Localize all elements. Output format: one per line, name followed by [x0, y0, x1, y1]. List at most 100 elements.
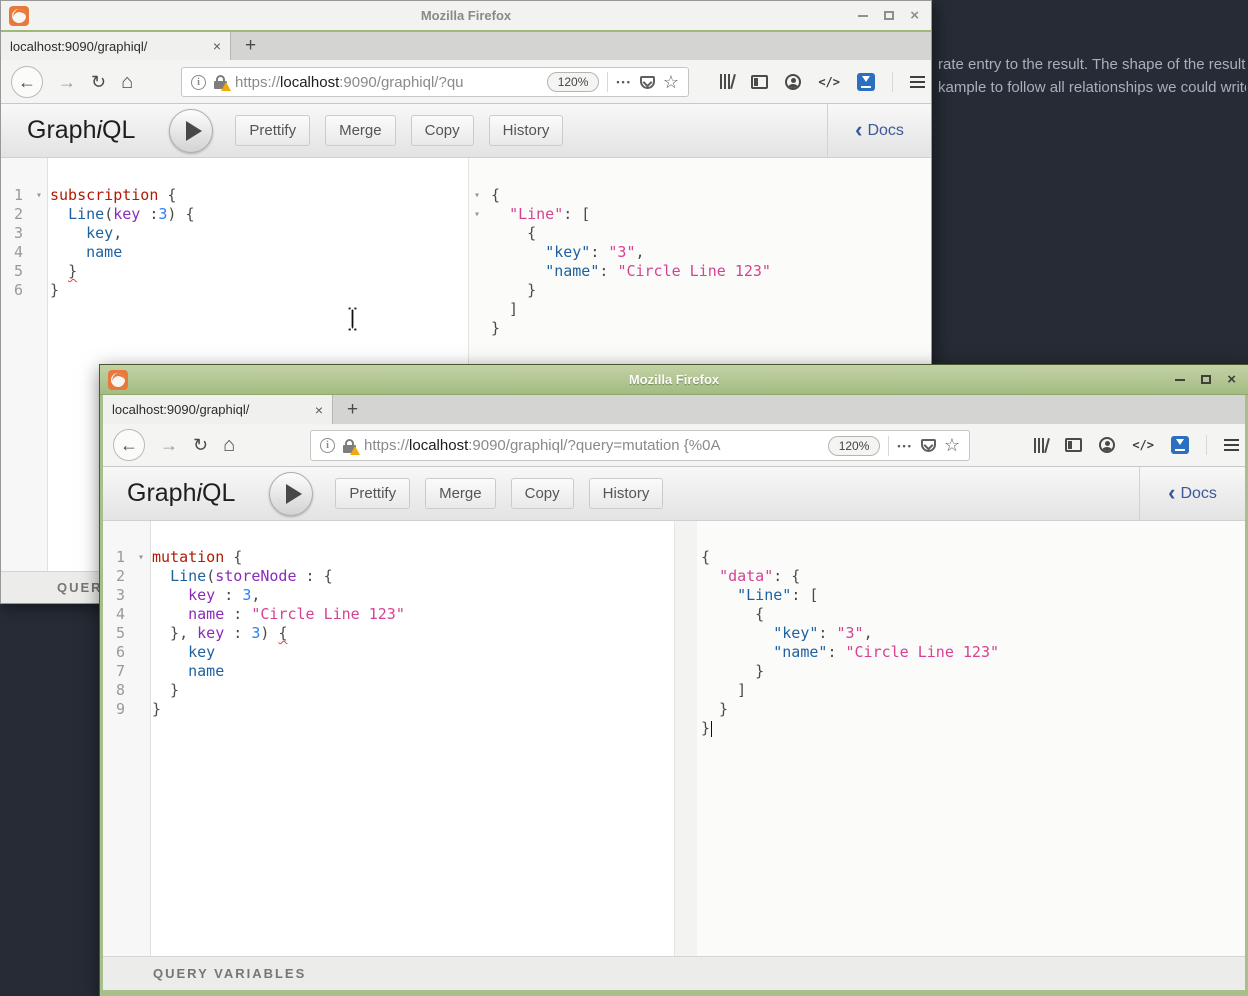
prettify-button[interactable]: Prettify [335, 478, 410, 509]
graphiql-toolbar: GraphiQL Prettify Merge Copy History ‹Do… [1, 104, 931, 158]
nav-forward-button[interactable]: → [160, 436, 178, 454]
code-line: 2 Line(storeNode : { [107, 567, 674, 586]
insecure-lock-icon[interactable] [214, 75, 227, 89]
menu-hamburger-icon[interactable] [910, 76, 925, 88]
url-bar[interactable]: i https://localhost:9090/graphiql/?qu 12… [181, 67, 689, 97]
code-line: ▾{ [469, 186, 931, 205]
page-info-icon[interactable]: i [320, 438, 335, 453]
page-info-icon[interactable]: i [191, 75, 206, 90]
code-line: ▾ "key": "3", [675, 624, 1245, 643]
nav-reload-button[interactable]: ↻ [193, 436, 208, 454]
history-button[interactable]: History [489, 115, 564, 146]
divider [607, 72, 608, 92]
execute-query-button[interactable] [269, 472, 313, 516]
fold-arrow-icon[interactable]: ▾ [469, 186, 488, 205]
front-firefox-window: Mozilla Firefox × localhost:9090/graphiq… [100, 365, 1248, 996]
download-icon[interactable] [1171, 436, 1189, 454]
query-variables-bar[interactable]: QUERY VARIABLES [103, 956, 1245, 990]
history-button[interactable]: History [589, 478, 664, 509]
back-navbar: ← → ↻ ⌂ i https://localhost:9090/graphiq… [1, 60, 931, 104]
divider [888, 436, 889, 456]
fold-arrow-icon [31, 205, 47, 224]
tab-localhost-graphiql[interactable]: localhost:9090/graphiql/ × [1, 32, 231, 60]
background-doc-text-line2: kample to follow all relationships we co… [938, 79, 1246, 96]
insecure-lock-icon[interactable] [343, 439, 356, 453]
url-text[interactable]: https://localhost:9090/graphiql/?query=m… [364, 437, 820, 454]
nav-home-button[interactable]: ⌂ [121, 72, 133, 92]
nav-back-button[interactable]: ← [113, 429, 145, 461]
tab-label: localhost:9090/graphiql/ [112, 402, 307, 417]
fold-arrow-icon [31, 224, 47, 243]
new-tab-button[interactable]: + [333, 395, 372, 424]
nav-reload-button[interactable]: ↻ [91, 73, 106, 91]
page-actions-icon[interactable]: ••• [897, 441, 912, 451]
back-titlebar[interactable]: Mozilla Firefox × [1, 1, 931, 30]
devtools-icon[interactable]: </> [818, 75, 840, 89]
minimize-button[interactable] [1175, 379, 1185, 381]
copy-button[interactable]: Copy [411, 115, 474, 146]
download-icon[interactable] [857, 73, 875, 91]
fold-arrow-icon [469, 319, 488, 338]
merge-button[interactable]: Merge [425, 478, 496, 509]
fold-arrow-icon [469, 224, 488, 243]
prettify-button[interactable]: Prettify [235, 115, 310, 146]
code-line: "name": "Circle Line 123" [469, 262, 931, 281]
front-titlebar[interactable]: Mozilla Firefox × [100, 365, 1248, 395]
sidebar-icon[interactable] [1065, 438, 1082, 452]
library-icon[interactable] [1034, 438, 1048, 453]
pocket-icon[interactable] [921, 439, 936, 452]
pocket-icon[interactable] [640, 76, 655, 89]
code-line: 6} [5, 281, 468, 300]
code-line: "name": "Circle Line 123" [675, 643, 1245, 662]
docs-button[interactable]: ‹Docs [1139, 467, 1245, 520]
code-line: 1▾mutation { [107, 548, 674, 567]
bookmark-star-icon[interactable]: ☆ [944, 435, 960, 456]
close-button[interactable]: × [1227, 375, 1236, 385]
account-icon[interactable] [785, 74, 801, 90]
code-line: "data": { [675, 567, 1245, 586]
nav-home-button[interactable]: ⌂ [223, 435, 235, 455]
merge-button[interactable]: Merge [325, 115, 396, 146]
code-line: 5 }, key : 3) { [107, 624, 674, 643]
page-actions-icon[interactable]: ••• [616, 77, 631, 87]
tab-label: localhost:9090/graphiql/ [10, 39, 205, 54]
copy-button[interactable]: Copy [511, 478, 574, 509]
fold-arrow-icon [469, 300, 488, 319]
result-viewer[interactable]: ▾{ "data": {▾ "Line": [ {▾ "key": "3", "… [674, 521, 1245, 956]
execute-query-button[interactable] [169, 109, 213, 153]
fold-arrow-icon[interactable]: ▾ [469, 205, 488, 224]
code-line: 4 name : "Circle Line 123" [107, 605, 674, 624]
tab-close-icon[interactable]: × [315, 402, 323, 418]
nav-forward-button[interactable]: → [58, 73, 76, 91]
menu-hamburger-icon[interactable] [1224, 439, 1239, 451]
url-text[interactable]: https://localhost:9090/graphiql/?qu [235, 74, 539, 91]
devtools-icon[interactable]: </> [1132, 438, 1154, 452]
docs-button[interactable]: ‹Docs [827, 104, 931, 157]
zoom-level-badge[interactable]: 120% [828, 436, 881, 456]
new-tab-button[interactable]: + [231, 32, 270, 60]
maximize-button[interactable] [1201, 375, 1211, 384]
nav-back-button[interactable]: ← [11, 66, 43, 98]
url-bar[interactable]: i https://localhost:9090/graphiql/?query… [310, 430, 970, 461]
fold-arrow-icon [133, 662, 149, 681]
fold-arrow-icon[interactable]: ▾ [31, 186, 47, 205]
close-button[interactable]: × [910, 11, 919, 21]
code-line: 7 name [107, 662, 674, 681]
code-line: ▾{ [675, 548, 1245, 567]
code-line: 2 Line(key :3) { [5, 205, 468, 224]
play-icon [286, 484, 302, 504]
maximize-button[interactable] [884, 11, 894, 20]
tab-close-icon[interactable]: × [213, 38, 221, 54]
tab-localhost-graphiql[interactable]: localhost:9090/graphiql/ × [103, 395, 333, 424]
fold-arrow-icon [133, 605, 149, 624]
query-editor[interactable]: 1▾mutation {2 Line(storeNode : {3 key : … [103, 521, 674, 956]
zoom-level-badge[interactable]: 120% [547, 72, 600, 92]
fold-arrow-icon[interactable]: ▾ [133, 548, 149, 567]
sidebar-icon[interactable] [751, 75, 768, 89]
text-cursor [711, 721, 712, 737]
library-icon[interactable] [720, 74, 734, 89]
bookmark-star-icon[interactable]: ☆ [663, 72, 679, 93]
minimize-button[interactable] [858, 15, 868, 17]
code-line: ▾ "Line": [ [469, 205, 931, 224]
account-icon[interactable] [1099, 437, 1115, 453]
